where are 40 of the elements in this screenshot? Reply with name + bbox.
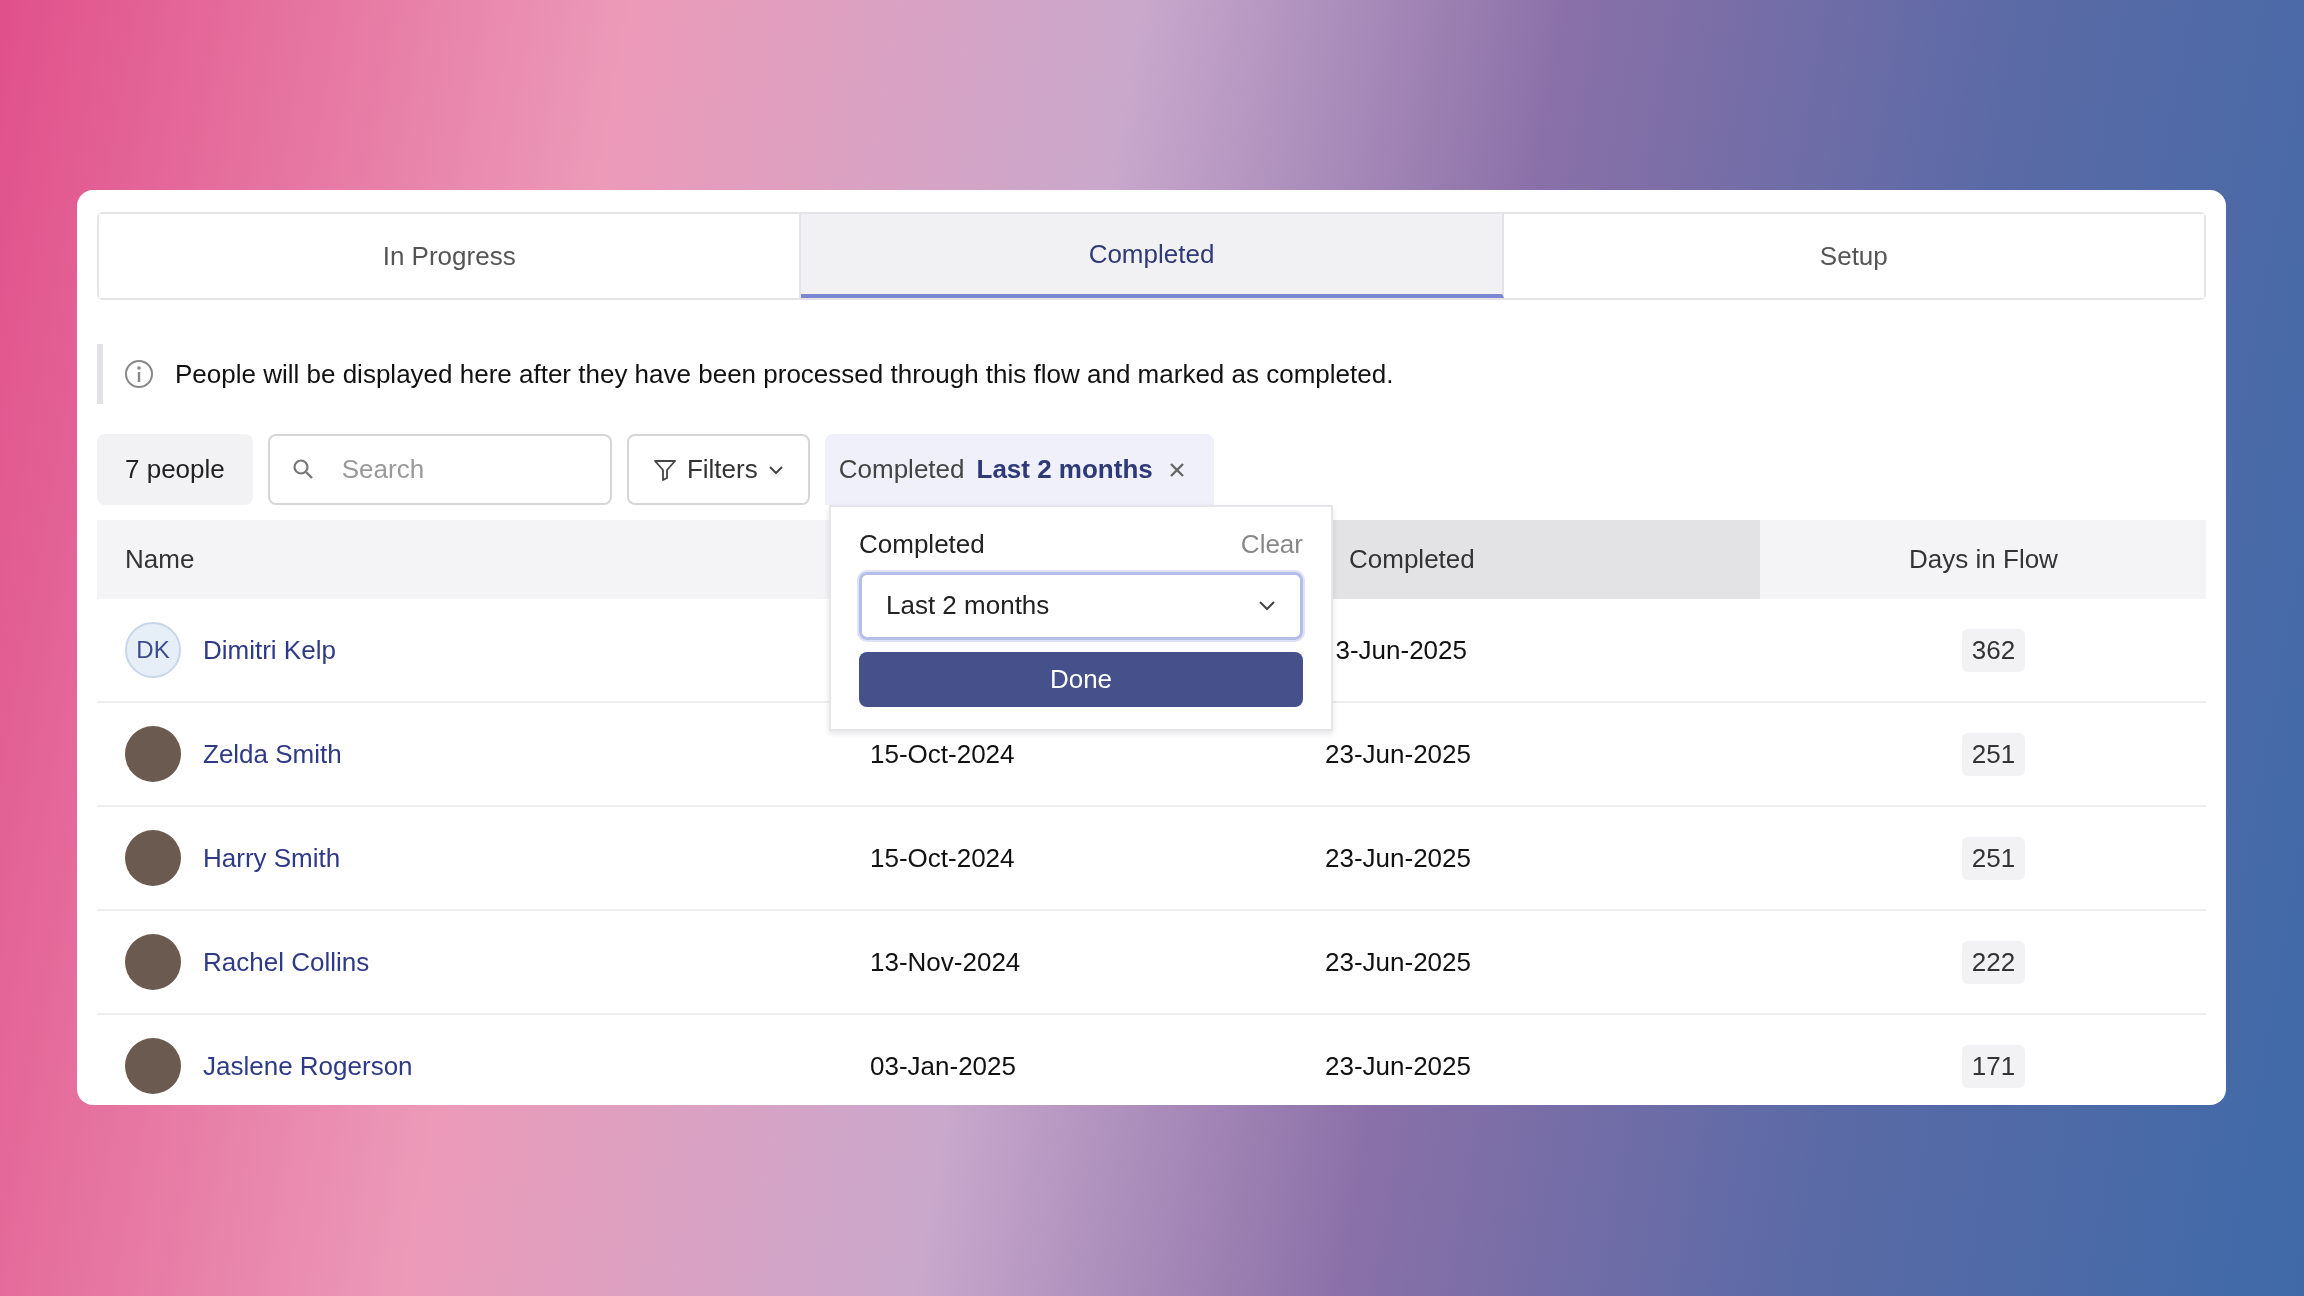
search-field[interactable]: Search: [267, 434, 612, 505]
period-select[interactable]: Last 2 months: [859, 572, 1303, 640]
chevron-down-icon: [767, 464, 784, 475]
info-icon: [123, 358, 155, 390]
person-link[interactable]: Harry Smith: [203, 842, 341, 874]
table-cell: 15-Oct-2024: [870, 842, 1015, 874]
clear-link[interactable]: Clear: [1240, 529, 1303, 560]
tab[interactable]: In Progress: [99, 214, 802, 298]
person-link[interactable]: Dimitri Kelp: [203, 634, 336, 666]
close-icon[interactable]: [1167, 460, 1186, 479]
people-count: 7 people: [97, 434, 253, 505]
days-badge: 251: [1961, 732, 2026, 776]
photo-placeholder: [125, 726, 181, 782]
search-icon: [291, 458, 314, 480]
avatar-initials: DK: [125, 622, 181, 678]
person-link[interactable]: Jaslene Rogerson: [203, 1050, 413, 1082]
photo-placeholder: [125, 934, 181, 990]
table-cell-text: 3-Jun-2025: [1334, 634, 1467, 666]
days-badge: 251: [1961, 836, 2026, 880]
table-cell: 03-Jan-2025: [870, 1050, 1016, 1082]
days-badge: 362: [1961, 628, 2026, 672]
filter-chip[interactable]: Completed Last 2 months: [824, 434, 1214, 505]
days-badge: 222: [1961, 940, 2026, 984]
person-link[interactable]: Zelda Smith: [203, 738, 342, 770]
filter-chip-label: Completed: [838, 454, 965, 485]
column-header[interactable]: Days in Flow: [1760, 520, 2207, 599]
photo-placeholder: [125, 1038, 181, 1094]
chevron-down-icon: [1258, 600, 1276, 612]
table-cell: 13-Nov-2024: [870, 946, 1021, 978]
days-badge: 171: [1961, 1044, 2026, 1088]
tab[interactable]: Completed: [801, 214, 1504, 298]
filters-button[interactable]: Filters: [626, 434, 810, 505]
photo-placeholder: [125, 830, 181, 886]
funnel-icon: [652, 457, 677, 482]
table-cell: 15-Oct-2024: [870, 738, 1015, 770]
filter-chip-value: Last 2 months: [976, 454, 1153, 485]
done-button[interactable]: Done: [859, 651, 1303, 707]
info-text: People will be displayed here after they have been processed through this flow and marked as completed.: [175, 358, 1394, 390]
popup-title: Completed: [859, 529, 985, 560]
person-link[interactable]: Rachel Collins: [203, 946, 370, 978]
